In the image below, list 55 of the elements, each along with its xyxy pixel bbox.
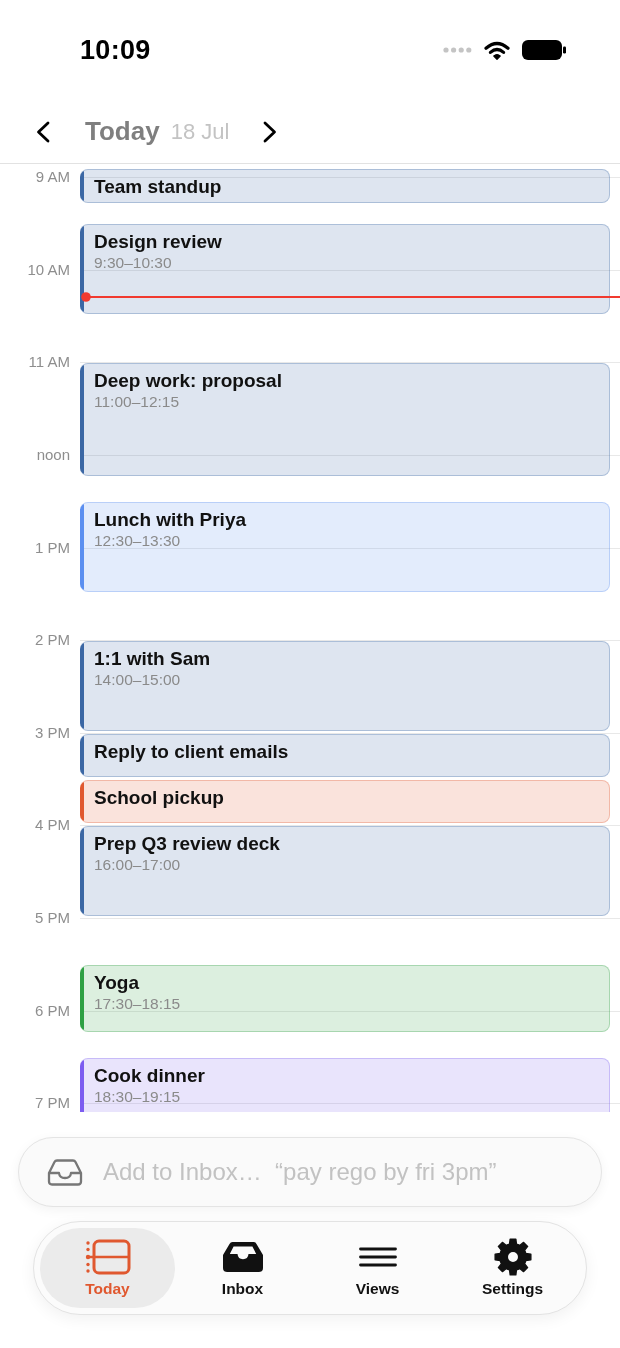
event-card[interactable]: Yoga 17:30–18:15 [80, 965, 610, 1032]
event-title: Prep Q3 review deck [94, 832, 280, 856]
event-time: 9:30–10:30 [94, 254, 173, 273]
battery-icon [522, 40, 566, 60]
tab[interactable]: Views [310, 1228, 445, 1308]
event-card[interactable]: Deep work: proposal 11:00–12:15 [80, 363, 610, 477]
hour-label: 11 AM [27, 353, 70, 372]
event-title: Cook dinner [94, 1064, 205, 1087]
chevron-left-icon [36, 120, 50, 143]
event-title: Reply to client emails [94, 739, 289, 763]
hour-label: 7 PM [34, 1094, 70, 1112]
event-card[interactable]: Design review 9:30–10:30 [80, 224, 610, 314]
event-card[interactable]: Team standup [80, 168, 610, 203]
hour-label: 3 PM [34, 723, 70, 742]
event-title: School pickup [94, 786, 224, 810]
day-title: Today [85, 116, 160, 147]
event-time: 11:00–12:15 [94, 393, 181, 412]
tray-icon [47, 1159, 83, 1186]
event-title: Deep work: proposal [94, 369, 282, 393]
add-to-inbox-field[interactable]: Add to Inbox… “pay rego by fri 3pm” [18, 1137, 602, 1207]
event-card[interactable]: Prep Q3 review deck 16:00–17:00 [80, 826, 610, 917]
timeline-icon [84, 1239, 131, 1275]
event-card[interactable]: Reply to client emails [80, 733, 610, 778]
hour-label: 1 PM [34, 538, 70, 557]
signal-icon [443, 47, 472, 53]
tab[interactable]: Inbox [175, 1228, 310, 1308]
event-time: 12:30–13:30 [94, 532, 182, 551]
event-time: 17:30–18:15 [94, 995, 181, 1014]
wifi-icon [484, 40, 510, 60]
hour-label: 9 AM [34, 168, 70, 186]
event-title: Yoga [94, 971, 141, 995]
hour-label: 5 PM [34, 909, 70, 928]
event-card[interactable]: School pickup [80, 780, 610, 824]
hour-label: 4 PM [34, 816, 70, 835]
status-time: 10:09 [80, 34, 151, 66]
event-time: 18:30–19:15 [94, 1088, 182, 1106]
tray-icon [220, 1241, 265, 1273]
event-title: Team standup [94, 174, 222, 198]
menu-icon [358, 1247, 397, 1267]
event-title: 1:1 with Sam [94, 647, 211, 671]
event-card[interactable]: Cook dinner 18:30–19:15 [80, 1058, 610, 1112]
hour-label: 6 PM [34, 1001, 70, 1020]
event-time: 14:00–15:00 [94, 671, 182, 690]
hour-label: 2 PM [34, 631, 70, 650]
chevron-right-icon [263, 120, 278, 143]
event-title: Design review [94, 230, 222, 254]
event-time: 16:00–17:00 [94, 856, 182, 875]
hour-label: noon [35, 445, 70, 464]
event-card[interactable]: 1:1 with Sam 14:00–15:00 [80, 641, 610, 731]
event-title: Lunch with Priya [94, 508, 247, 532]
hour-label: 10 AM [26, 260, 70, 279]
settings-icon [493, 1238, 532, 1276]
event-card[interactable]: Lunch with Priya 12:30–13:30 [80, 502, 610, 592]
day-date: 18 Jul [170, 118, 230, 145]
tab[interactable]: Settings [445, 1228, 580, 1308]
